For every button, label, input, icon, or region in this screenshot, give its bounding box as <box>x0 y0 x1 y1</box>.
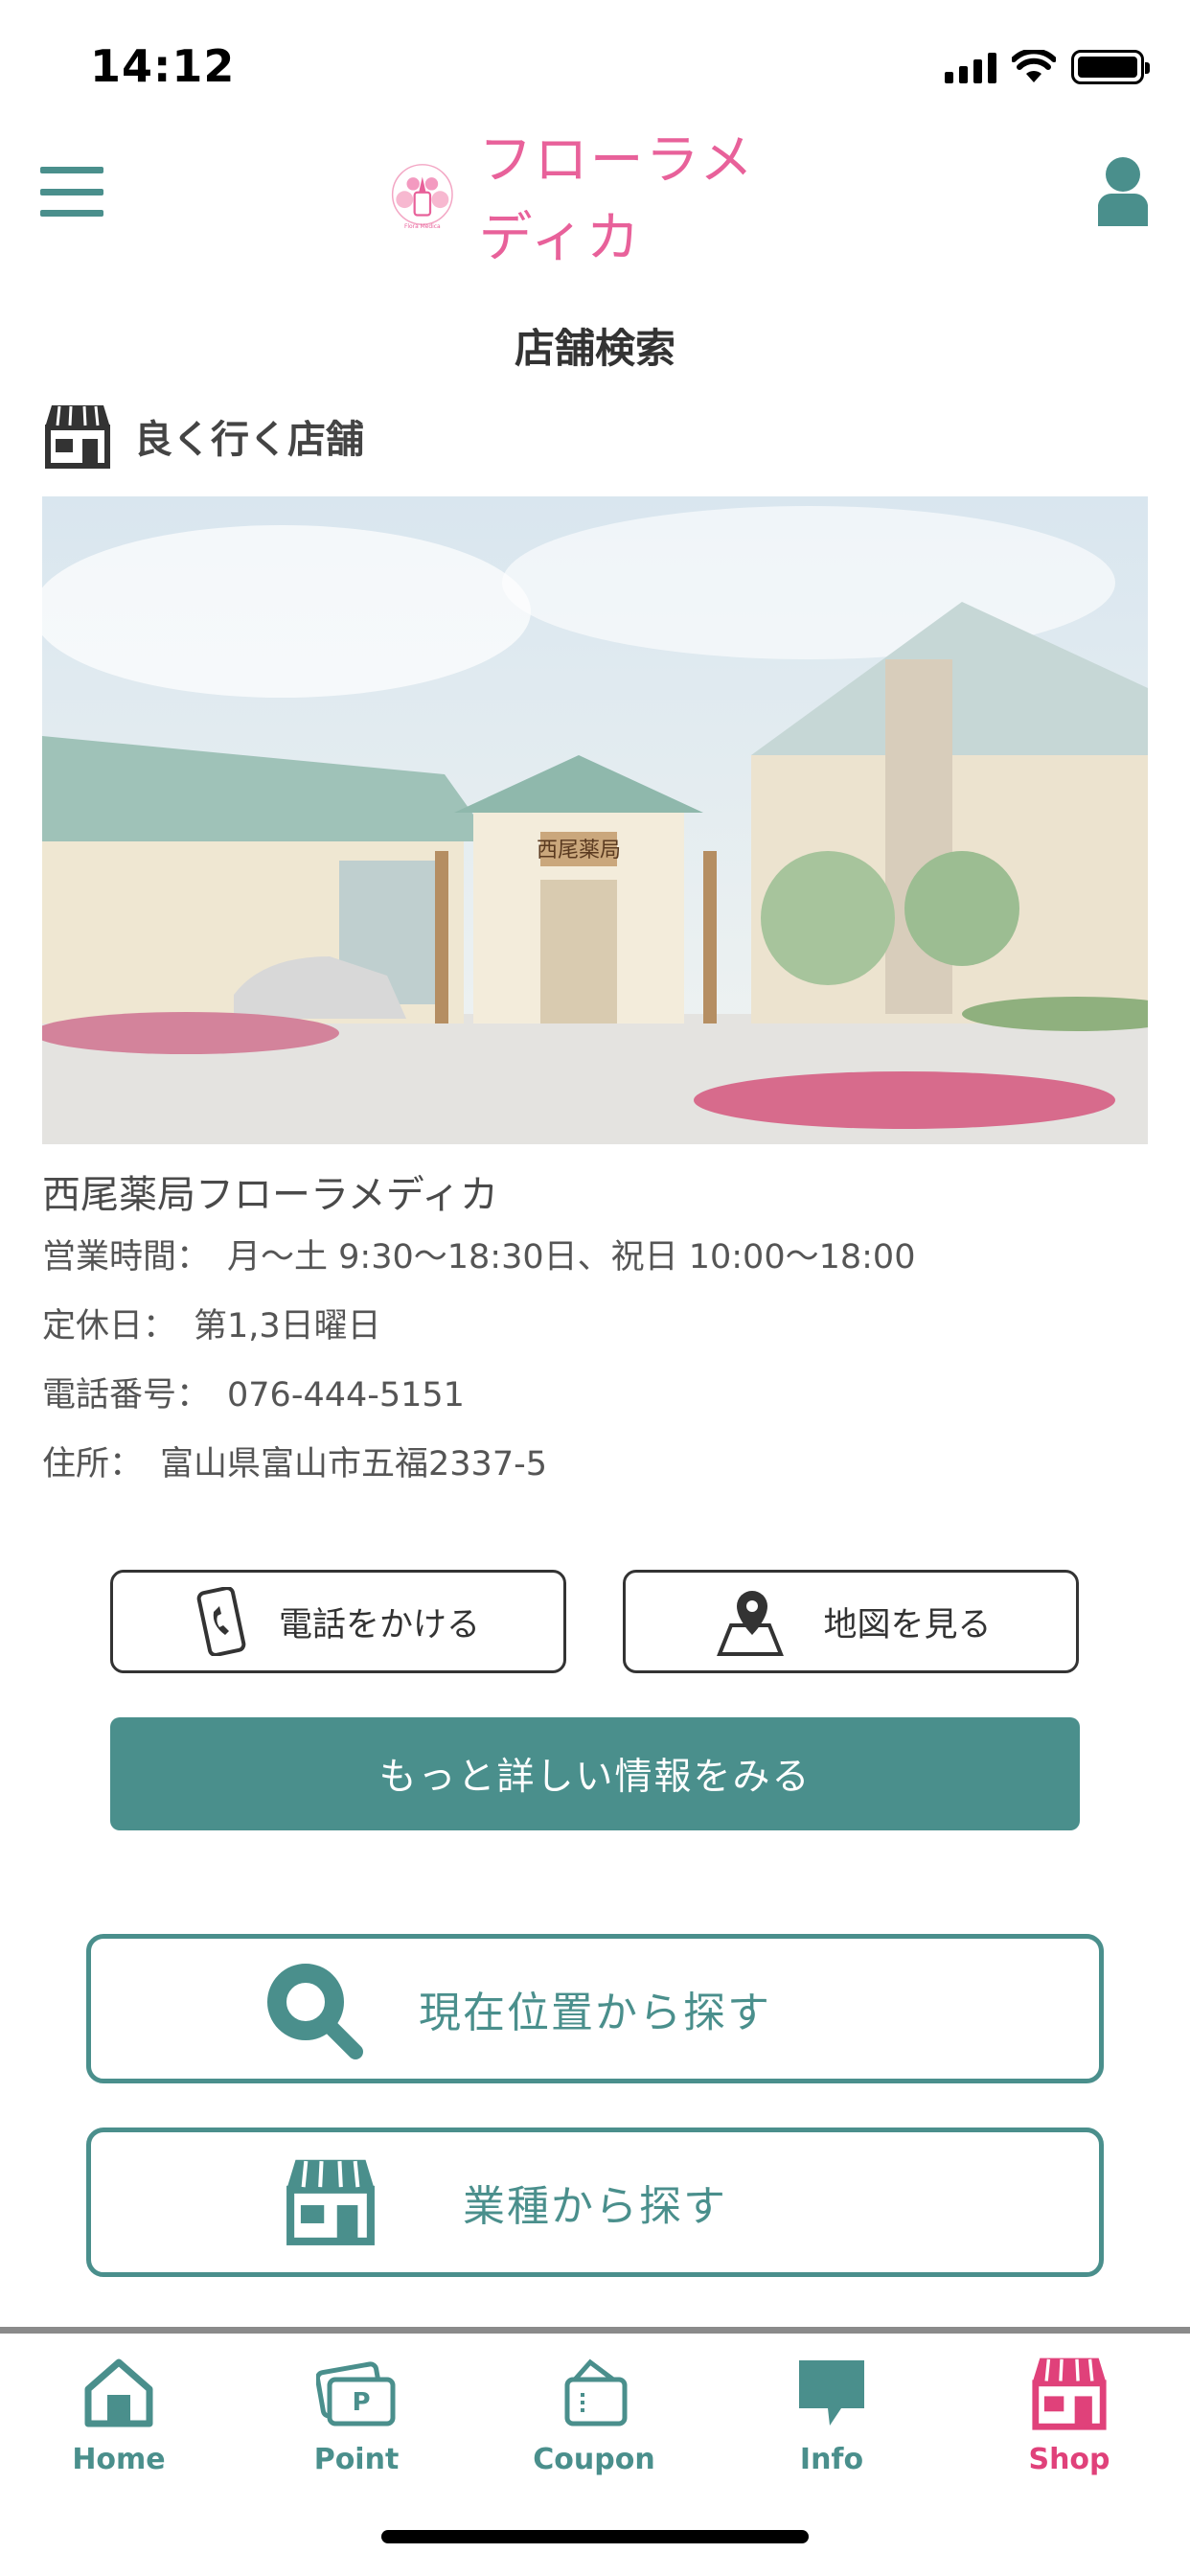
shop-icon <box>45 405 110 469</box>
call-button-label: 電話をかける <box>278 1605 480 1644</box>
status-bar: 14:12 <box>0 0 1190 134</box>
tab-shop-label: Shop <box>1028 2443 1110 2476</box>
account-icon[interactable] <box>1094 155 1152 228</box>
shop-icon <box>1032 2358 1107 2430</box>
point-card-icon: P <box>316 2361 396 2426</box>
map-button[interactable]: 地図を見る <box>623 1570 1079 1673</box>
search-icon <box>267 1964 363 2059</box>
search-by-category-button[interactable]: 業種から探す <box>86 2128 1104 2277</box>
map-pin-icon <box>717 1591 785 1656</box>
signal-icon <box>945 51 996 83</box>
closed-value: 第1,3日曜日 <box>194 1307 381 1346</box>
svg-text:西尾薬局: 西尾薬局 <box>537 839 621 862</box>
phone-label: 電話番号： <box>42 1376 211 1414</box>
more-info-label: もっと詳しい情報をみる <box>378 1756 812 1799</box>
map-button-label: 地図を見る <box>823 1605 992 1644</box>
shop-photo: 西尾薬局 <box>42 496 1148 1144</box>
more-info-button[interactable]: もっと詳しい情報をみる <box>110 1717 1080 1830</box>
svg-text:Flora Medica: Flora Medica <box>404 223 441 230</box>
wifi-icon <box>1012 50 1056 82</box>
svg-text:P: P <box>352 2388 370 2417</box>
shop-hours: 営業時間： 月〜土 9:30〜18:30日、祝日 10:00〜18:00 <box>42 1223 1148 1292</box>
hamburger-icon-bar <box>40 188 103 196</box>
tab-point-label: Point <box>313 2443 400 2476</box>
tab-point[interactable]: P Point <box>238 2355 475 2498</box>
menu-button[interactable] <box>38 163 105 220</box>
tab-shop[interactable]: Shop <box>950 2355 1188 2498</box>
home-indicator <box>381 2530 809 2543</box>
section-title: 良く行く店舗 <box>134 418 364 462</box>
shop-info: 西尾薬局フローラメディカ 営業時間： 月〜土 9:30〜18:30日、祝日 10:… <box>42 1167 1148 1499</box>
hamburger-icon-bar <box>40 167 103 173</box>
tab-home-label: Home <box>72 2443 166 2476</box>
search-by-location-label: 現在位置から探す <box>419 1989 771 2037</box>
shop-name: 西尾薬局フローラメディカ <box>42 1173 498 1217</box>
chat-bubble-icon <box>799 2360 864 2426</box>
logo-text: フローラメディカ <box>478 129 755 269</box>
call-button[interactable]: 電話をかける <box>110 1570 566 1673</box>
search-by-location-button[interactable]: 現在位置から探す <box>86 1934 1104 2083</box>
address-value: 富山県富山市五福2337-5 <box>160 1445 547 1484</box>
hamburger-icon-bar <box>40 210 103 217</box>
shop-icon <box>286 2159 375 2245</box>
closed-label: 定休日： <box>42 1307 177 1346</box>
address-label: 住所： <box>42 1445 144 1484</box>
favorite-shop-heading: 良く行く店舗 <box>42 402 364 470</box>
tab-coupon-label: Coupon <box>533 2443 655 2476</box>
hours-value: 月〜土 9:30〜18:30日、祝日 10:00〜18:00 <box>227 1238 916 1276</box>
tab-home[interactable]: Home <box>0 2355 238 2498</box>
app-header: Flora Medica フローラメディカ <box>0 129 1190 269</box>
shop-closed-days: 定休日： 第1,3日曜日 <box>42 1292 1148 1361</box>
status-time: 14:12 <box>90 40 236 92</box>
hours-label: 営業時間： <box>42 1238 211 1276</box>
battery-icon <box>1071 50 1150 84</box>
tab-info-label: Info <box>799 2443 864 2476</box>
logo-emblem-icon: Flora Medica <box>391 164 453 230</box>
home-icon <box>84 2358 153 2427</box>
search-by-category-label: 業種から探す <box>463 2182 727 2231</box>
phone-icon <box>196 1587 246 1656</box>
status-icons <box>945 50 1150 84</box>
shop-address: 住所： 富山県富山市五福2337-5 <box>42 1430 1148 1499</box>
page-title: 店舗検索 <box>514 325 675 372</box>
tab-coupon[interactable]: Coupon <box>475 2355 713 2498</box>
tab-info[interactable]: Info <box>713 2355 950 2498</box>
shop-phone: 電話番号： 076-444-5151 <box>42 1361 1148 1430</box>
app-logo[interactable]: Flora Medica フローラメディカ <box>383 129 805 269</box>
phone-value: 076-444-5151 <box>227 1376 465 1414</box>
coupon-icon <box>564 2358 628 2426</box>
